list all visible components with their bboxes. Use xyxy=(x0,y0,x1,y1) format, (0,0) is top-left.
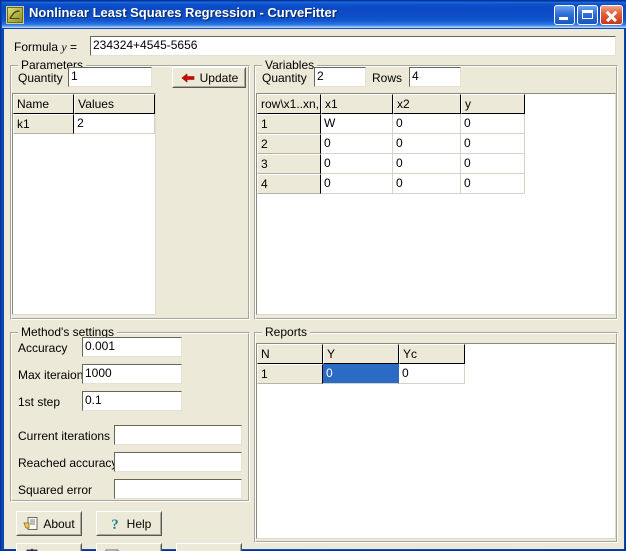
variables-col-row[interactable]: row\x1..xn, y xyxy=(257,94,321,114)
fitting-button[interactable]: Fitting xyxy=(176,543,242,551)
line-chart-icon xyxy=(104,548,120,551)
close-action-button[interactable]: Close xyxy=(16,543,82,551)
variables-cell-y[interactable]: 0 xyxy=(461,134,525,154)
variables-cell-x2[interactable]: 0 xyxy=(393,134,461,154)
window-controls xyxy=(554,5,623,25)
table-row[interactable]: 3 0 0 0 xyxy=(257,154,615,174)
variables-cell-y[interactable]: 0 xyxy=(461,154,525,174)
max-iteration-input[interactable]: 1000 xyxy=(82,364,182,384)
chart-button[interactable]: Chart xyxy=(96,543,162,551)
variables-row-header[interactable]: 3 xyxy=(257,154,321,174)
update-button-label: Update xyxy=(199,70,239,85)
reached-accuracy-output xyxy=(114,452,242,472)
pointing-hand-icon xyxy=(183,548,199,551)
parameters-row-name[interactable]: k1 xyxy=(13,114,75,134)
curve-glyph xyxy=(9,10,20,19)
about-button-label: About xyxy=(43,516,75,531)
variables-grid-header: row\x1..xn, y x1 x2 y xyxy=(257,94,615,114)
first-step-label: 1st step xyxy=(18,395,61,409)
current-iterations-label: Current iterations xyxy=(18,429,111,443)
table-row[interactable]: 2 0 0 0 xyxy=(257,134,615,154)
variables-cell-y[interactable]: 0 xyxy=(461,174,525,194)
table-row[interactable]: 1 W 0 0 xyxy=(257,114,615,134)
reports-col-y[interactable]: Y xyxy=(323,344,399,364)
help-button[interactable]: ? Help xyxy=(96,511,162,536)
exit-door-icon xyxy=(24,548,40,551)
help-button-label: Help xyxy=(126,516,152,531)
variables-rows-label: Rows xyxy=(372,71,403,85)
reports-grid[interactable]: N Y Yc 1 0 0 xyxy=(256,343,616,539)
variables-cell-x2[interactable]: 0 xyxy=(393,114,461,134)
about-document-icon xyxy=(23,516,39,532)
parameters-quantity-input[interactable]: 1 xyxy=(68,67,152,87)
variables-cell-x1[interactable]: 0 xyxy=(321,174,393,194)
reached-accuracy-label: Reached accuracy xyxy=(18,456,118,470)
reports-group-title: Reports xyxy=(262,325,311,339)
parameters-quantity-label: Quantity xyxy=(18,71,63,85)
svg-text:?: ? xyxy=(111,517,119,532)
first-step-input[interactable]: 0.1 xyxy=(82,391,182,411)
maximize-icon xyxy=(582,10,593,19)
minimize-icon xyxy=(559,17,568,20)
parameters-col-values[interactable]: Values xyxy=(74,94,155,114)
curve-app-icon xyxy=(6,6,24,24)
variables-cell-x1[interactable]: 0 xyxy=(321,154,393,174)
about-button[interactable]: About xyxy=(16,511,82,536)
variables-cell-x1[interactable]: W xyxy=(321,114,393,134)
parameters-col-name[interactable]: Name xyxy=(13,94,75,114)
question-mark-icon: ? xyxy=(107,516,123,533)
variables-cell-x2[interactable]: 0 xyxy=(393,174,461,194)
reports-cell-yc[interactable]: 0 xyxy=(399,364,465,384)
application-window: Nonlinear Least Squares Regression - Cur… xyxy=(0,0,626,551)
variables-col-y[interactable]: y xyxy=(461,94,525,114)
variables-row-header[interactable]: 4 xyxy=(257,174,321,194)
variables-rows-input[interactable]: 4 xyxy=(409,67,461,87)
variables-grid[interactable]: row\x1..xn, y x1 x2 y 1 W 0 0 2 0 0 0 xyxy=(256,93,616,315)
parameters-grid[interactable]: Name Values k1 2 xyxy=(12,93,156,315)
update-button[interactable]: Update xyxy=(172,67,246,88)
variables-cell-y[interactable]: 0 xyxy=(461,114,525,134)
parameters-grid-header: Name Values xyxy=(13,94,155,114)
reports-col-yc[interactable]: Yc xyxy=(399,344,465,364)
parameters-row-value[interactable]: 2 xyxy=(74,114,155,134)
variables-col-x1[interactable]: x1 xyxy=(321,94,393,114)
formula-input[interactable]: 234324+4545-5656 xyxy=(90,36,616,56)
variables-quantity-label: Quantity xyxy=(262,71,307,85)
table-row[interactable]: 1 0 0 xyxy=(257,364,615,384)
red-left-arrow-icon xyxy=(180,70,196,86)
maximize-button[interactable] xyxy=(577,5,598,25)
reports-cell-y[interactable]: 0 xyxy=(323,364,399,384)
variables-group-title: Variables xyxy=(262,58,318,72)
squared-error-label: Squared error xyxy=(18,483,93,497)
table-row[interactable]: 4 0 0 0 xyxy=(257,174,615,194)
table-row[interactable]: k1 2 xyxy=(13,114,155,134)
variables-row-header[interactable]: 1 xyxy=(257,114,321,134)
client-area: Formula y = 234324+4545-5656 Parameters … xyxy=(4,29,624,551)
max-iteration-label: Max iteraion xyxy=(18,368,84,382)
accuracy-label: Accuracy xyxy=(18,341,68,355)
variables-quantity-input[interactable]: 2 xyxy=(314,67,366,87)
variables-col-x2[interactable]: x2 xyxy=(393,94,461,114)
reports-row-header[interactable]: 1 xyxy=(257,364,323,384)
accuracy-input[interactable]: 0.001 xyxy=(82,337,182,357)
method-settings-group: Method's settings xyxy=(10,325,250,502)
current-iterations-output xyxy=(114,425,242,445)
variables-cell-x1[interactable]: 0 xyxy=(321,134,393,154)
minimize-button[interactable] xyxy=(554,5,575,25)
squared-error-output xyxy=(114,479,242,499)
window-frame: Nonlinear Least Squares Regression - Cur… xyxy=(0,0,626,551)
window-title: Nonlinear Least Squares Regression - Cur… xyxy=(29,5,337,20)
formula-label: Formula y = xyxy=(14,40,78,54)
reports-grid-header: N Y Yc xyxy=(257,344,615,364)
reports-col-n[interactable]: N xyxy=(257,344,323,364)
variables-cell-x2[interactable]: 0 xyxy=(393,154,461,174)
window-titlebar[interactable]: Nonlinear Least Squares Regression - Cur… xyxy=(2,2,626,28)
close-button[interactable] xyxy=(600,5,623,25)
variables-row-header[interactable]: 2 xyxy=(257,134,321,154)
